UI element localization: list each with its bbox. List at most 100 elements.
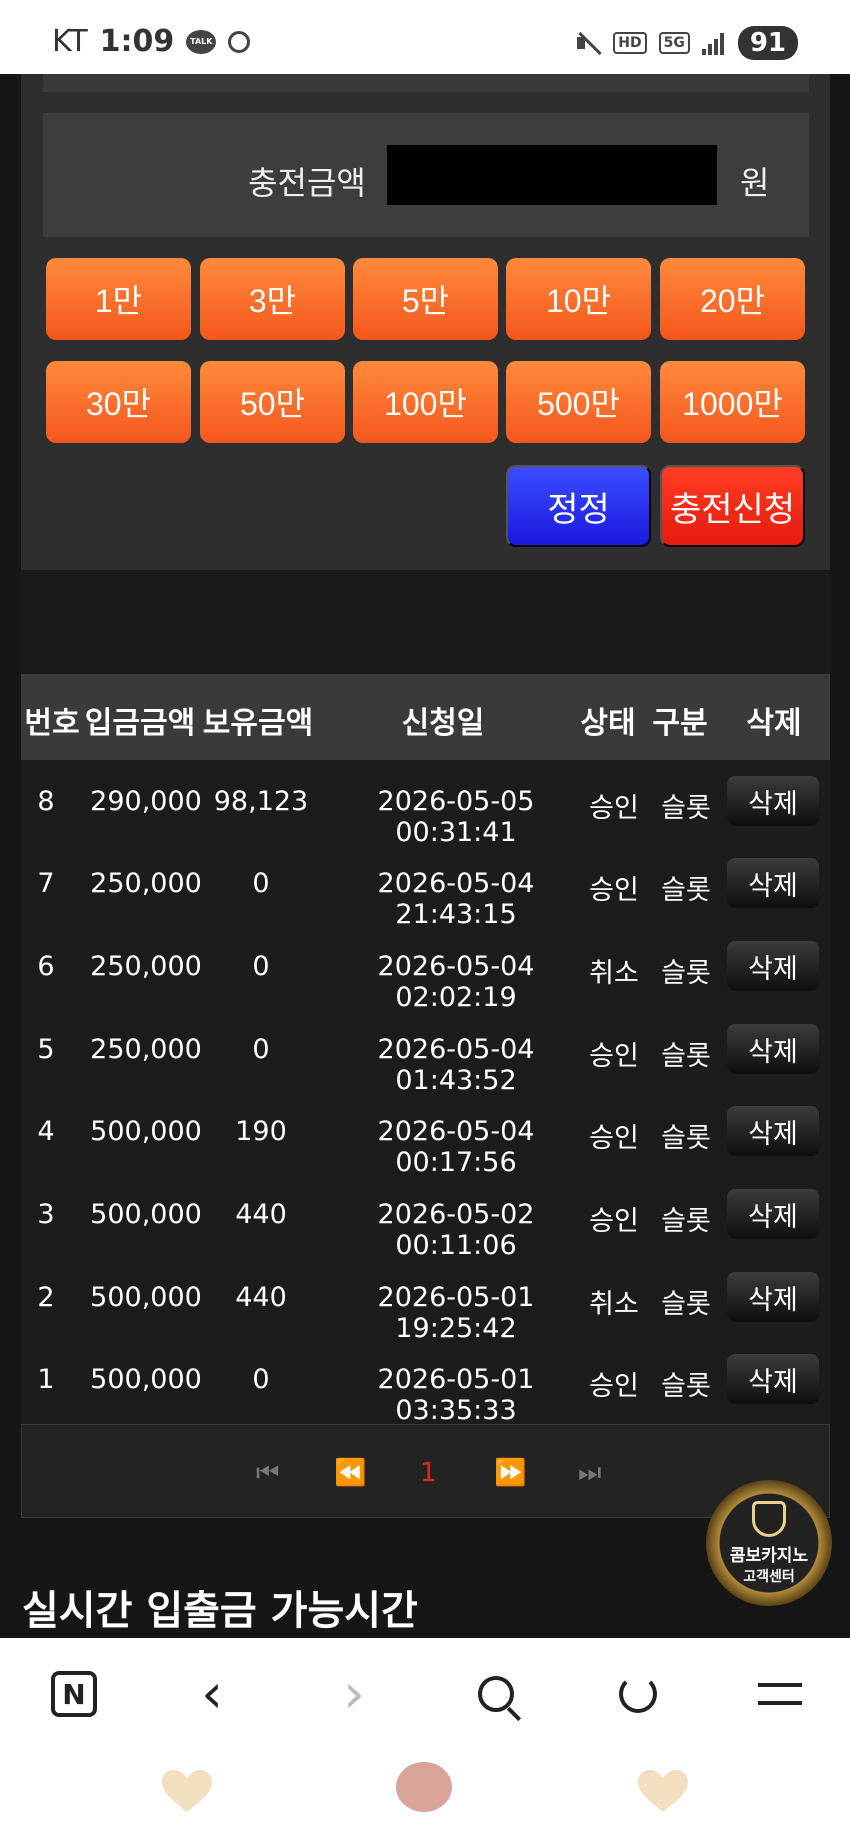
amount-button-10man[interactable]: 10만 [506,258,651,340]
amount-button-30man[interactable]: 30만 [46,361,191,443]
last-page-icon[interactable]: ⏭ [578,1458,601,1489]
section-title: 실시간 입출금 가능시간 [22,1588,418,1634]
cell-deposit: 250,000 [90,868,202,899]
chevron-left-icon: ‹ [201,1662,223,1725]
cell-deposit: 500,000 [90,1364,202,1395]
hd-icon: HD [613,32,647,54]
cell-deposit: 250,000 [90,951,202,982]
naver-logo-icon: N [51,1671,97,1717]
cell-balance: 190 [235,1116,287,1147]
table-row: 7 250,000 0 2026-05-04 21:43:15 승인 슬롯 삭제 [21,846,830,930]
current-page[interactable]: 1 [420,1458,437,1488]
cell-status: 승인 [589,1206,639,1237]
first-page-icon[interactable]: ⏮ [256,1458,279,1489]
cell-status: 승인 [589,793,639,824]
menu-button[interactable] [752,1666,808,1722]
delete-button[interactable]: 삭제 [727,941,819,991]
bear-icon[interactable] [396,1762,452,1812]
cell-no: 4 [37,1116,55,1147]
cell-balance: 440 [235,1282,287,1313]
cell-balance: 98,123 [213,786,309,817]
amount-label: 충전금액 [248,164,366,202]
cell-no: 6 [37,951,55,982]
delete-button[interactable]: 삭제 [727,1354,819,1404]
reload-button[interactable] [610,1666,666,1722]
cell-deposit: 500,000 [90,1116,202,1147]
cell-balance: 0 [252,951,270,982]
cell-no: 7 [37,868,55,899]
chevron-right-icon: › [343,1662,365,1725]
heart-icon[interactable] [638,1770,688,1814]
delete-button[interactable]: 삭제 [727,776,819,826]
prev-page-icon[interactable]: ⏪ [334,1458,366,1488]
amount-button-500man[interactable]: 500만 [506,361,651,443]
cell-date: 2026-05-04 00:17:56 [377,1116,535,1178]
cell-type: 슬롯 [661,1123,711,1154]
cell-type: 슬롯 [661,793,711,824]
table-row: 2 500,000 440 2026-05-01 19:25:42 취소 슬롯 … [21,1260,830,1344]
cell-date: 2026-05-01 03:35:33 [377,1364,535,1426]
header-delete: 삭제 [746,706,802,741]
status-bar: KT 1:09 TALK HD 5G 91 [0,0,850,74]
cell-status: 취소 [589,958,639,989]
table-row: 4 500,000 190 2026-05-04 00:17:56 승인 슬롯 … [21,1094,830,1178]
header-deposit: 입금금액 [84,706,196,741]
menu-icon [758,1683,802,1705]
delete-button[interactable]: 삭제 [727,1106,819,1156]
search-button[interactable] [468,1666,524,1722]
cell-status: 승인 [589,1371,639,1402]
battery-indicator: 91 [737,26,798,60]
table-row: 5 250,000 0 2026-05-04 01:43:52 승인 슬롯 삭제 [21,1012,830,1096]
customer-center-badge[interactable]: 콤보카지노 고객센터 [706,1480,832,1606]
cell-date: 2026-05-01 19:25:42 [377,1282,535,1344]
delete-button[interactable]: 삭제 [727,1189,819,1239]
cell-type: 슬롯 [661,875,711,906]
cell-status: 취소 [589,1289,639,1320]
cell-status: 승인 [589,1041,639,1072]
badge-label: 고객센터 [743,1568,795,1585]
carrier-label: KT [52,24,88,59]
amount-button-1000man[interactable]: 1000만 [660,361,805,443]
delete-button[interactable]: 삭제 [727,1272,819,1322]
reset-button[interactable]: 정정 [506,465,651,547]
back-button[interactable]: ‹ [184,1666,240,1722]
cell-type: 슬롯 [661,958,711,989]
amount-button-50man[interactable]: 50만 [200,361,345,443]
alarm-icon [228,30,251,53]
cell-no: 3 [37,1199,55,1230]
table-row: 6 250,000 0 2026-05-04 02:02:19 취소 슬롯 삭제 [21,929,830,1013]
amount-button-3man[interactable]: 3만 [200,258,345,340]
amount-button-100man[interactable]: 100만 [353,361,498,443]
clock: 1:09 [99,24,175,59]
cell-no: 2 [37,1282,55,1313]
amount-input[interactable] [387,145,717,205]
next-page-icon[interactable]: ⏩ [494,1458,526,1488]
cell-status: 승인 [589,875,639,906]
amount-button-1man[interactable]: 1만 [46,258,191,340]
cell-deposit: 290,000 [90,786,202,817]
cell-no: 1 [37,1364,55,1395]
cell-balance: 0 [252,868,270,899]
amount-button-20man[interactable]: 20만 [660,258,805,340]
cell-date: 2026-05-04 02:02:19 [377,951,535,1013]
mute-icon [575,30,601,56]
forward-button[interactable]: › [326,1666,382,1722]
delete-button[interactable]: 삭제 [727,1024,819,1074]
header-type: 구분 [652,706,708,741]
network-icon: 5G [658,32,690,54]
spacer [21,570,830,674]
heart-icon[interactable] [162,1770,212,1814]
cell-type: 슬롯 [661,1371,711,1402]
amount-button-5man[interactable]: 5만 [353,258,498,340]
reload-icon [619,1675,657,1713]
header-no: 번호 [24,706,80,741]
naver-home-button[interactable]: N [46,1666,102,1722]
cell-type: 슬롯 [661,1041,711,1072]
amount-unit: 원 [740,164,770,202]
cell-balance: 440 [235,1199,287,1230]
badge-brand: 콤보카지노 [729,1545,809,1566]
charge-request-button[interactable]: 충전신청 [660,465,805,547]
panel-top-strip [43,74,809,92]
cell-deposit: 500,000 [90,1282,202,1313]
delete-button[interactable]: 삭제 [727,858,819,908]
